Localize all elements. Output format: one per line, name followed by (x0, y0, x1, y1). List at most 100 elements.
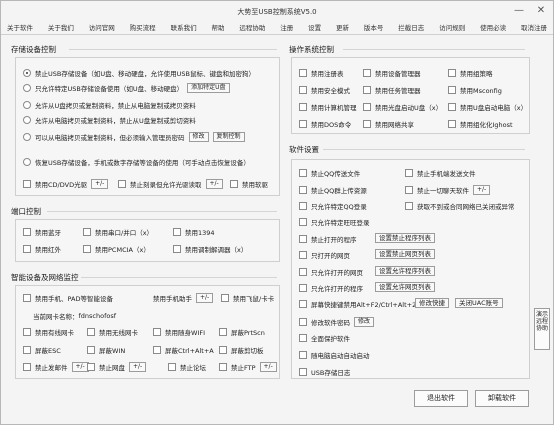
esc[interactable]: 屏蔽ESC (23, 345, 61, 355)
checkbox[interactable] (448, 103, 456, 111)
floppy-checkbox[interactable]: 禁用软驱 (230, 179, 268, 189)
menu-version[interactable]: 版本号 (364, 22, 384, 34)
checkbox[interactable] (23, 363, 31, 371)
checkbox[interactable] (23, 228, 31, 236)
menu-unregister[interactable]: 取消注册 (521, 22, 547, 34)
radio[interactable] (23, 84, 31, 92)
checkbox[interactable] (87, 346, 95, 354)
block-webpages[interactable]: 只打开的网页 (299, 250, 350, 260)
minimize-button[interactable]: — (511, 4, 527, 18)
checkbox[interactable] (299, 284, 307, 292)
specific-wangwang[interactable]: 只允许特定旺旺登录 (299, 217, 370, 227)
menu-help[interactable]: 帮助 (211, 22, 224, 34)
checkbox[interactable] (299, 120, 307, 128)
qq-file-transfer[interactable]: 禁止QQ传送文件 (299, 168, 360, 178)
checkbox[interactable] (405, 186, 413, 194)
burn-block-checkbox[interactable]: 禁止刻录但允许光驱读取 +/- (118, 179, 223, 189)
menu-access-rules[interactable]: 访问规则 (439, 22, 465, 34)
checkbox[interactable] (87, 363, 95, 371)
menu-readme[interactable]: 使用必读 (480, 22, 506, 34)
checkbox[interactable] (219, 346, 227, 354)
checkbox[interactable] (299, 268, 307, 276)
specific-qq[interactable]: 只允许特定QQ登录 (299, 201, 367, 211)
close-uac-button[interactable]: 关闭UAC账号 (455, 298, 503, 308)
menu-about-software[interactable]: 关于软件 (7, 22, 33, 34)
ftp-more-button[interactable]: +/- (259, 362, 277, 372)
checkbox[interactable] (168, 363, 176, 371)
cd-more-button[interactable]: +/- (91, 179, 109, 189)
os-safe-mode[interactable]: 禁用安全模式 (299, 85, 350, 95)
menu-purchase[interactable]: 购买流程 (130, 22, 156, 34)
phone-more-button[interactable]: +/- (196, 293, 214, 303)
os-group-policy[interactable]: 禁用组策略 (448, 68, 493, 78)
shortcut-disable[interactable]: 屏幕快捷键禁用Alt+F2/Ctrl+Alt+2 (299, 299, 416, 309)
checkbox[interactable] (299, 169, 307, 177)
uninstall-button[interactable]: 卸载软件 (475, 390, 529, 407)
checkbox[interactable] (230, 180, 238, 188)
checkbox[interactable] (299, 218, 307, 226)
modify-shortcut-button[interactable]: 修改快捷 (415, 298, 449, 308)
port-infrared[interactable]: 禁用红外 (23, 244, 61, 254)
os-registry[interactable]: 禁用注册表 (299, 68, 344, 78)
radio[interactable] (23, 116, 31, 124)
radio-selected[interactable] (23, 69, 31, 77)
checkbox[interactable] (173, 228, 181, 236)
checkbox[interactable] (23, 180, 31, 188)
checkbox[interactable] (299, 235, 307, 243)
menu-register[interactable]: 注册 (280, 22, 293, 34)
storage-radio-4[interactable]: 可以从电脑拷贝或复制资料，但必须输入管理员密码 修改 复制控制 (23, 132, 245, 142)
add-specific-usb-button[interactable]: 添加特定U盘 (187, 83, 230, 93)
checkbox[interactable] (405, 169, 413, 177)
qq-group-upload[interactable]: 禁止QQ群上传资源 (299, 185, 367, 195)
close-button[interactable]: ✕ (533, 4, 549, 18)
exit-button[interactable]: 退出软件 (414, 390, 468, 407)
storage-radio-1[interactable]: 只允许特定USB存储设备使用（如U盘、移动硬盘） 添加特定U盘 (23, 83, 230, 93)
checkbox[interactable] (299, 69, 307, 77)
ctrl-alt-a[interactable]: 屏蔽Ctrl+Alt+A (153, 345, 214, 355)
prtscn[interactable]: 屏蔽PrtScn (219, 327, 265, 337)
checkbox[interactable] (221, 294, 229, 302)
win-key[interactable]: 屏蔽WIN (87, 345, 125, 355)
checkbox[interactable] (299, 86, 307, 94)
checkbox[interactable] (363, 103, 371, 111)
allow-programs[interactable]: 只允许打开的程序 (299, 283, 363, 293)
menu-about-us[interactable]: 关于我们 (48, 22, 74, 34)
allow-webpages[interactable]: 只允许打开的网页 (299, 267, 363, 277)
checkbox[interactable] (118, 180, 126, 188)
portable-wifi[interactable]: 禁用随身WIFI (153, 327, 205, 337)
checkbox[interactable] (363, 69, 371, 77)
menu-settings[interactable]: 设置 (308, 22, 321, 34)
checkbox[interactable] (23, 328, 31, 336)
network-notice[interactable]: 获取不到或合同网络已关闭或异常 (405, 201, 515, 211)
checkbox[interactable] (83, 228, 91, 236)
full-protect[interactable]: 全面保护软件 (299, 333, 350, 343)
modify-password-button[interactable]: 修改 (188, 132, 209, 142)
checkbox[interactable] (299, 351, 307, 359)
checkbox[interactable] (405, 202, 413, 210)
clipboard[interactable]: 屏蔽剪切板 (219, 345, 264, 355)
storage-radio-3[interactable]: 允许从电脑拷贝或复制资料，禁止从U盘复制或剪切资料 (23, 115, 196, 125)
checkbox[interactable] (83, 245, 91, 253)
forum[interactable]: 禁止论坛 (168, 362, 206, 372)
ftp[interactable]: 禁止FTP +/- (219, 362, 277, 372)
netdisk[interactable]: 禁止网盘 +/- (87, 362, 147, 372)
menu-contact[interactable]: 联系我们 (171, 22, 197, 34)
menu-remote[interactable]: 远程协助 (239, 22, 265, 34)
wireless-nic[interactable]: 禁用无线网卡 (87, 327, 138, 337)
block-programs[interactable]: 禁止打开的程序 (299, 234, 357, 244)
checkbox[interactable] (299, 202, 307, 210)
checkbox[interactable] (87, 328, 95, 336)
chat-more-button[interactable]: +/- (473, 185, 491, 195)
os-dos[interactable]: 禁用DOS命令 (299, 119, 351, 129)
os-cd-boot[interactable]: 禁用光盘启动U盘（x） (363, 102, 442, 112)
email[interactable]: 禁止发邮件 +/- (23, 362, 89, 372)
radio[interactable] (23, 158, 31, 166)
checkbox[interactable] (219, 363, 227, 371)
port-modem[interactable]: 禁用调制解调器 （x） (173, 244, 247, 254)
burn-more-button[interactable]: +/- (205, 179, 223, 189)
copy-control-button[interactable]: 复制控制 (212, 132, 245, 142)
os-task-manager[interactable]: 禁用任务管理器 (363, 85, 421, 95)
checkbox[interactable] (153, 346, 161, 354)
menu-website[interactable]: 访问官网 (89, 22, 115, 34)
os-device-manager[interactable]: 禁用设备管理器 (363, 68, 421, 78)
